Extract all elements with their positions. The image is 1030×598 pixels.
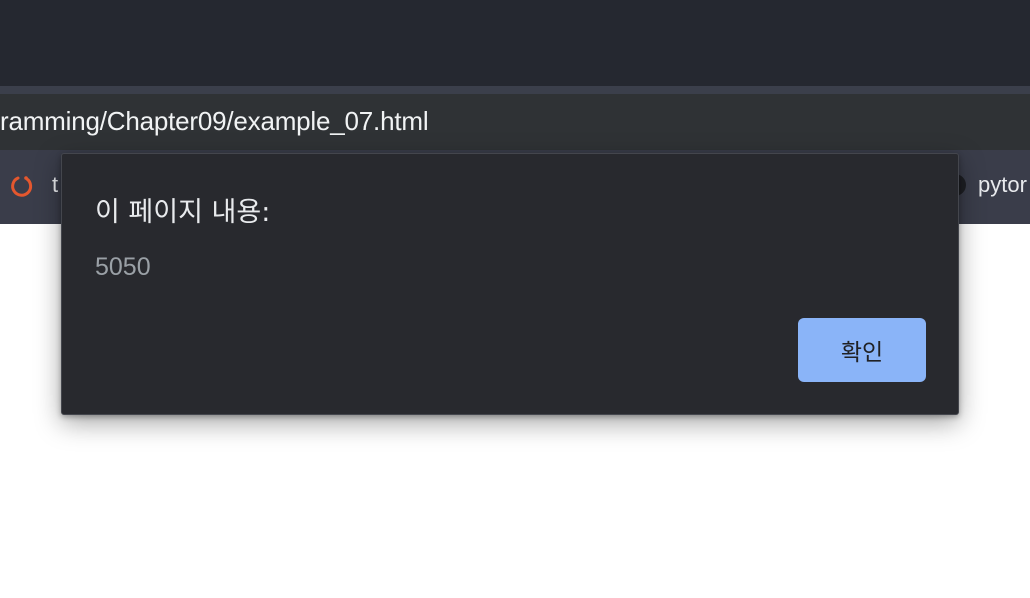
ok-button[interactable]: 확인 [798, 318, 926, 382]
bookmark-label[interactable]: t [52, 172, 58, 198]
dialog-title: 이 페이지 내용: [95, 197, 271, 228]
bookmark-label[interactable]: pytor [978, 172, 1027, 198]
url-text[interactable]: ramming/Chapter09/example_07.html [0, 106, 429, 137]
alert-dialog: 이 페이지 내용: 5050 확인 [61, 153, 959, 415]
tab-strip-edge [0, 86, 1030, 94]
tab-strip [0, 0, 1030, 86]
address-bar[interactable]: ramming/Chapter09/example_07.html [0, 94, 1030, 150]
dialog-message: 5050 [95, 253, 151, 281]
pytorch-icon[interactable] [8, 172, 36, 200]
